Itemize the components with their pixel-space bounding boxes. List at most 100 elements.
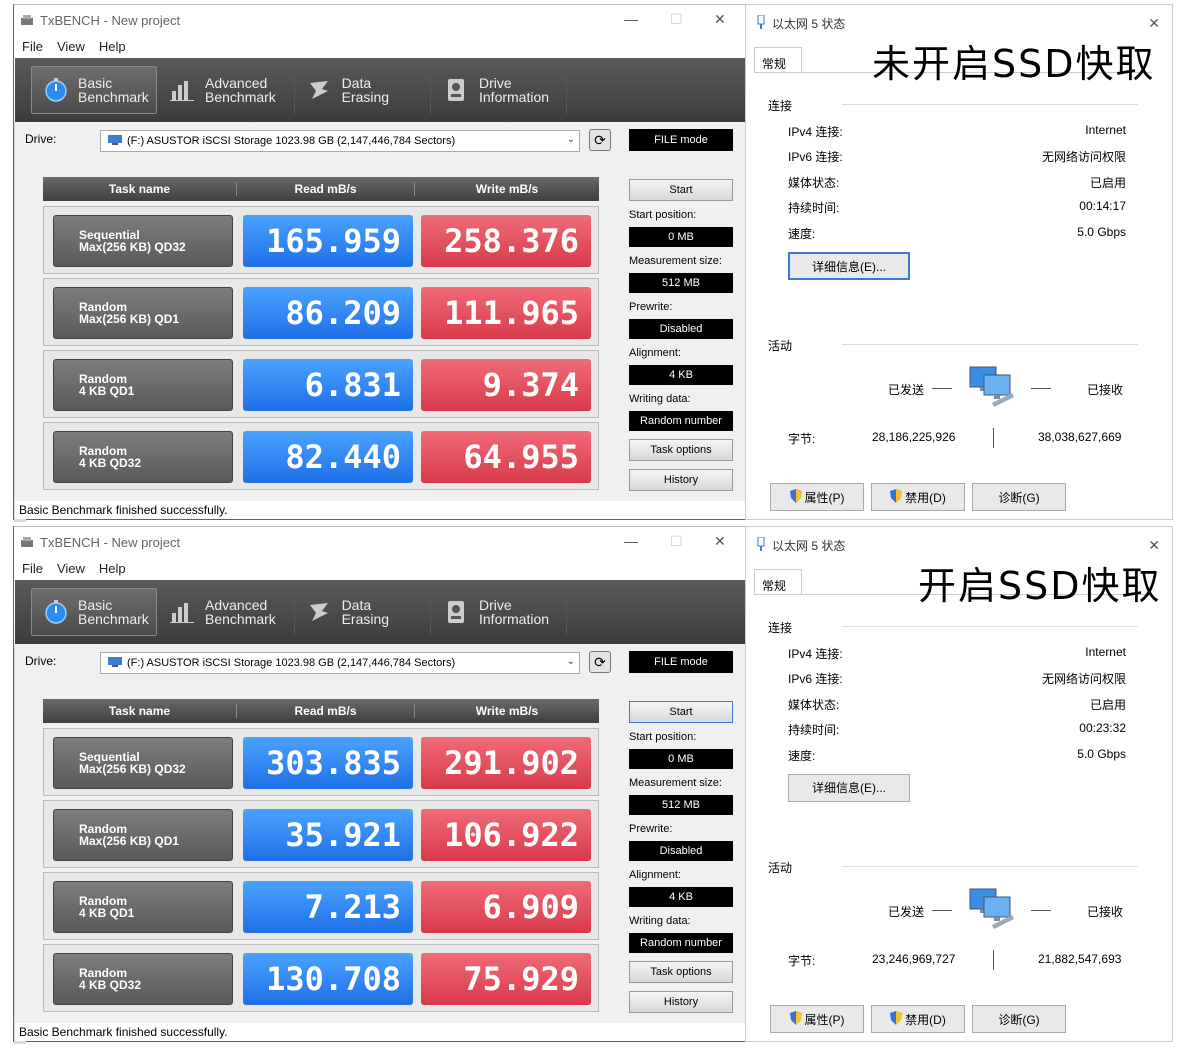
disable-button[interactable]: 禁用(D) xyxy=(871,483,965,511)
task-name-button[interactable]: Random 4 KB QD1 xyxy=(53,881,233,933)
read-value: 6.831 xyxy=(243,359,413,411)
read-value: 165.959 xyxy=(243,215,413,267)
title-bar: TxBENCH - New project — ☐ ✕ xyxy=(14,5,745,35)
task-options-button[interactable]: Task options xyxy=(629,439,733,461)
bytes-sent: 23,246,969,727 xyxy=(872,952,956,966)
stopwatch-icon xyxy=(44,77,68,103)
alignment-field[interactable]: 4 KB xyxy=(629,365,733,385)
read-value: 303.835 xyxy=(243,737,413,789)
write-value: 291.902 xyxy=(421,737,591,789)
close-icon[interactable]: ✕ xyxy=(714,533,726,550)
measurement-size-field[interactable]: 512 MB xyxy=(629,273,733,293)
tab-basic-benchmark[interactable]: Basic Benchmark xyxy=(31,588,157,636)
prewrite-field[interactable]: Disabled xyxy=(629,841,733,861)
task-options-button[interactable]: Task options xyxy=(629,961,733,983)
net-window-title: 以太网 5 状态 xyxy=(772,539,846,553)
task-name-line2: Max(256 KB) QD1 xyxy=(79,312,180,326)
settings-panel: Start Start position: 0 MB Measurement s… xyxy=(629,701,733,1013)
menu-help[interactable]: Help xyxy=(99,561,126,576)
properties-button[interactable]: 属性(P) xyxy=(770,1005,864,1033)
disable-button[interactable]: 禁用(D) xyxy=(871,1005,965,1033)
drive-icon xyxy=(443,599,469,625)
network-computers-icon xyxy=(968,885,1020,931)
network-status-window: 以太网 5 状态 ✕ 常规 开启SSD快取 连接 IPv4 连接: Interne… xyxy=(745,526,1173,1042)
tab-advanced-benchmark[interactable]: Advanced Benchmark xyxy=(157,588,295,636)
diagnose-button[interactable]: 诊断(G) xyxy=(972,483,1066,511)
disable-label: 禁用(D) xyxy=(905,490,946,505)
alignment-field[interactable]: 4 KB xyxy=(629,887,733,907)
close-icon[interactable]: ✕ xyxy=(714,11,726,28)
task-name-button[interactable]: Random Max(256 KB) QD1 xyxy=(53,809,233,861)
start-position-field[interactable]: 0 MB xyxy=(629,749,733,769)
task-name-button[interactable]: Random 4 KB QD1 xyxy=(53,359,233,411)
start-button[interactable]: Start xyxy=(629,179,733,201)
shield-icon xyxy=(789,1010,802,1028)
menu-help[interactable]: Help xyxy=(99,39,126,54)
drive-select[interactable]: (F:) ASUSTOR iSCSI Storage 1023.98 GB (2… xyxy=(100,130,580,152)
menu-file[interactable]: File xyxy=(22,561,43,576)
section-divider xyxy=(842,104,1138,105)
bar-chart-icon xyxy=(169,599,195,625)
menu-file[interactable]: File xyxy=(22,39,43,54)
task-name-button[interactable]: Random Max(256 KB) QD1 xyxy=(53,287,233,339)
start-button[interactable]: Start xyxy=(629,701,733,723)
kv-key: 速度: xyxy=(788,227,816,241)
tab-data-erasing[interactable]: Data Erasing xyxy=(295,66,431,114)
diagnose-button[interactable]: 诊断(G) xyxy=(972,1005,1066,1033)
start-position-label: Start position: xyxy=(629,731,697,743)
measurement-size-field[interactable]: 512 MB xyxy=(629,795,733,815)
start-position-field[interactable]: 0 MB xyxy=(629,227,733,247)
task-name-button[interactable]: Sequential Max(256 KB) QD32 xyxy=(53,215,233,267)
properties-label: 属性(P) xyxy=(804,490,845,505)
menu-view[interactable]: View xyxy=(57,561,85,576)
writing-data-field[interactable]: Random number xyxy=(629,411,733,431)
bytes-sent: 28,186,225,926 xyxy=(872,430,956,444)
tab-drive-information[interactable]: Drive Information xyxy=(431,588,567,636)
details-button[interactable]: 详细信息(E)... xyxy=(788,774,910,802)
results-table-header: Task name Read mB/s Write mB/s xyxy=(43,699,599,723)
properties-button[interactable]: 属性(P) xyxy=(770,483,864,511)
maximize-icon[interactable]: ☐ xyxy=(670,533,683,550)
table-row: Sequential Max(256 KB) QD32 165.959 258.3… xyxy=(43,206,599,274)
minimize-icon[interactable]: — xyxy=(624,533,638,549)
drive-select[interactable]: (F:) ASUSTOR iSCSI Storage 1023.98 GB (2… xyxy=(100,652,580,674)
history-button[interactable]: History xyxy=(629,469,733,491)
prewrite-field[interactable]: Disabled xyxy=(629,319,733,339)
maximize-icon[interactable]: ☐ xyxy=(670,11,683,28)
header-write: Write mB/s xyxy=(475,704,539,718)
section-divider xyxy=(842,344,1138,345)
minimize-icon[interactable]: — xyxy=(624,11,638,27)
panel-top: TxBENCH - New project — ☐ ✕ File View He… xyxy=(0,0,1177,522)
kv-key: 持续时间: xyxy=(788,723,840,737)
task-name-button[interactable]: Sequential Max(256 KB) QD32 xyxy=(53,737,233,789)
sent-dash xyxy=(932,910,952,911)
task-name-line2: 4 KB QD32 xyxy=(79,978,142,992)
alignment-label: Alignment: xyxy=(629,347,681,359)
history-button[interactable]: History xyxy=(629,991,733,1013)
tab-advanced-benchmark[interactable]: Advanced Benchmark xyxy=(157,66,295,114)
status-bar: Basic Benchmark finished successfully. xyxy=(15,1023,746,1041)
refresh-button[interactable]: ⟳ xyxy=(589,651,611,673)
tab-general[interactable]: 常规 xyxy=(754,569,802,595)
tab-general[interactable]: 常规 xyxy=(754,47,802,73)
eraser-icon xyxy=(307,599,332,625)
alignment-label: Alignment: xyxy=(629,869,681,881)
details-button[interactable]: 详细信息(E)... xyxy=(788,252,910,280)
task-name-button[interactable]: Random 4 KB QD32 xyxy=(53,431,233,483)
file-mode-button[interactable]: FILE mode xyxy=(629,651,733,673)
tab-data-erasing[interactable]: Data Erasing xyxy=(295,588,431,636)
close-icon[interactable]: ✕ xyxy=(1148,537,1160,554)
task-name-button[interactable]: Random 4 KB QD32 xyxy=(53,953,233,1005)
kv-value: 00:14:17 xyxy=(1079,199,1126,213)
menu-view[interactable]: View xyxy=(57,39,85,54)
close-icon[interactable]: ✕ xyxy=(1148,15,1160,32)
tab-drive-information[interactable]: Drive Information xyxy=(431,66,567,114)
bytes-label: 字节: xyxy=(788,954,816,968)
bytes-divider xyxy=(993,428,994,448)
writing-data-field[interactable]: Random number xyxy=(629,933,733,953)
sent-label: 已发送 xyxy=(888,383,925,397)
file-mode-button[interactable]: FILE mode xyxy=(629,129,733,151)
refresh-button[interactable]: ⟳ xyxy=(589,129,611,151)
tab-basic-benchmark[interactable]: Basic Benchmark xyxy=(31,66,157,114)
kv-row: 媒体状态: 已启用 xyxy=(788,696,1126,713)
